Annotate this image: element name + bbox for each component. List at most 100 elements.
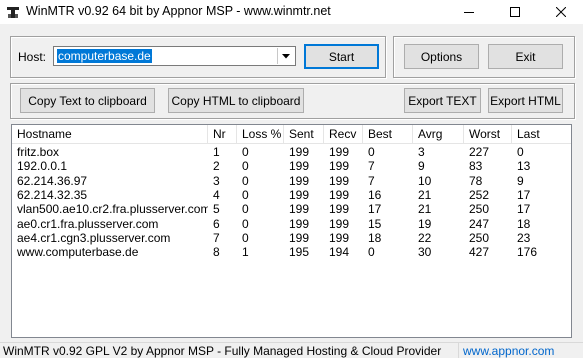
column-header-worst[interactable]: Worst xyxy=(464,125,512,143)
table-row[interactable]: 192.0.0.1 2 0 199 199 7 9 83 13 xyxy=(12,159,571,173)
cell-sent: 199 xyxy=(289,173,310,188)
close-button[interactable] xyxy=(538,0,583,24)
cell-avrg: 3 xyxy=(418,145,425,159)
column-header-sent[interactable]: Sent xyxy=(284,125,324,143)
cell-recv: 199 xyxy=(329,145,350,159)
options-button[interactable]: Options xyxy=(404,44,479,69)
cell-avrg: 21 xyxy=(418,202,432,217)
cell-last: 176 xyxy=(517,245,538,260)
cell-best: 15 xyxy=(368,216,382,231)
combobox-dropdown-button[interactable] xyxy=(277,48,294,64)
window-title: WinMTR v0.92 64 bit by Appnor MSP - www.… xyxy=(26,4,331,18)
cell-loss: 0 xyxy=(242,173,249,188)
maximize-button[interactable] xyxy=(492,0,538,24)
cell-avrg: 21 xyxy=(418,187,432,202)
cell-best: 16 xyxy=(368,187,382,202)
column-header-hostname[interactable]: Hostname xyxy=(12,125,208,143)
table-row[interactable]: vlan500.ae10.cr2.fra.plusserver.com 5 0 199… xyxy=(12,202,571,216)
cell-loss: 0 xyxy=(242,216,249,231)
cell-worst: 83 xyxy=(469,159,483,174)
table-row[interactable]: ae0.cr1.fra.plusserver.com 6 0 199 199 15 19 24… xyxy=(12,217,571,231)
cell-nr: 5 xyxy=(213,202,220,217)
cell-hostname: vlan500.ae10.cr2.fra.plusserver.com xyxy=(17,202,208,217)
cell-nr: 1 xyxy=(213,145,220,159)
results-table[interactable]: Hostname Nr Loss % Sent Recv Best Avrg W… xyxy=(11,124,572,338)
column-header-recv[interactable]: Recv xyxy=(324,125,363,143)
host-input-value[interactable]: computerbase.de xyxy=(57,49,152,63)
cell-loss: 0 xyxy=(242,145,249,159)
cell-recv: 199 xyxy=(329,230,350,245)
cell-nr: 2 xyxy=(213,159,220,174)
chevron-down-icon xyxy=(282,53,290,58)
status-link-pane: www.appnor.com xyxy=(458,343,583,358)
export-html-button[interactable]: Export HTML xyxy=(488,88,563,113)
cell-hostname: www.computerbase.de xyxy=(17,245,139,260)
cell-nr: 3 xyxy=(213,173,220,188)
cell-avrg: 9 xyxy=(418,159,425,174)
column-header-loss[interactable]: Loss % xyxy=(237,125,284,143)
cell-loss: 1 xyxy=(242,245,249,260)
cell-recv: 199 xyxy=(329,187,350,202)
cell-recv: 199 xyxy=(329,159,350,174)
cell-loss: 0 xyxy=(242,202,249,217)
cell-hostname: ae4.cr1.cgn3.plusserver.com xyxy=(17,230,171,245)
cell-hostname: 62.214.32.35 xyxy=(17,187,88,202)
copy-html-button[interactable]: Copy HTML to clipboard xyxy=(168,88,304,113)
cell-hostname: ae0.cr1.fra.plusserver.com xyxy=(17,216,159,231)
cell-hostname: 62.214.36.97 xyxy=(17,173,88,188)
column-header-avrg[interactable]: Avrg xyxy=(413,125,464,143)
cell-last: 9 xyxy=(517,173,524,188)
column-header-last[interactable]: Last xyxy=(512,125,571,143)
cell-sent: 199 xyxy=(289,230,310,245)
cell-hostname: fritz.box xyxy=(17,145,60,159)
cell-avrg: 10 xyxy=(418,173,432,188)
table-row[interactable]: 62.214.36.97 3 0 199 199 7 10 78 9 xyxy=(12,174,571,188)
cell-best: 18 xyxy=(368,230,382,245)
maximize-icon xyxy=(510,7,520,17)
table-row[interactable]: www.computerbase.de 8 1 195 194 0 30 427 176 xyxy=(12,245,571,259)
appnor-link[interactable]: www.appnor.com xyxy=(463,344,554,358)
export-text-button[interactable]: Export TEXT xyxy=(404,88,481,113)
cell-last: 23 xyxy=(517,230,531,245)
cell-loss: 0 xyxy=(242,230,249,245)
table-header: Hostname Nr Loss % Sent Recv Best Avrg W… xyxy=(12,125,571,144)
cell-best: 0 xyxy=(368,245,375,260)
column-header-best[interactable]: Best xyxy=(363,125,413,143)
cell-recv: 199 xyxy=(329,216,350,231)
cell-worst: 427 xyxy=(469,245,490,260)
cell-worst: 78 xyxy=(469,173,483,188)
cell-best: 7 xyxy=(368,159,375,174)
table-row[interactable]: fritz.box 1 0 199 199 0 3 227 0 xyxy=(12,145,571,159)
cell-last: 17 xyxy=(517,202,531,217)
minimize-icon xyxy=(464,12,474,13)
exit-button[interactable]: Exit xyxy=(488,44,563,69)
start-button[interactable]: Start xyxy=(304,44,379,69)
cell-worst: 247 xyxy=(469,216,490,231)
cell-sent: 195 xyxy=(289,245,310,260)
cell-last: 0 xyxy=(517,145,524,159)
column-header-nr[interactable]: Nr xyxy=(208,125,237,143)
cell-recv: 199 xyxy=(329,173,350,188)
cell-nr: 7 xyxy=(213,230,220,245)
title-bar: WinMTR v0.92 64 bit by Appnor MSP - www.… xyxy=(0,0,583,24)
cell-worst: 252 xyxy=(469,187,490,202)
cell-sent: 199 xyxy=(289,145,310,159)
cell-worst: 227 xyxy=(469,145,490,159)
host-label: Host: xyxy=(18,50,47,64)
cell-best: 7 xyxy=(368,173,375,188)
host-combobox[interactable]: computerbase.de xyxy=(53,46,296,66)
minimize-button[interactable] xyxy=(446,0,492,24)
cell-sent: 199 xyxy=(289,159,310,174)
cell-loss: 0 xyxy=(242,159,249,174)
cell-last: 18 xyxy=(517,216,531,231)
cell-recv: 199 xyxy=(329,202,350,217)
copy-text-button[interactable]: Copy Text to clipboard xyxy=(20,88,155,113)
cell-sent: 199 xyxy=(289,187,310,202)
status-bar: WinMTR v0.92 GPL V2 by Appnor MSP - Full… xyxy=(0,342,583,358)
table-row[interactable]: 62.214.32.35 4 0 199 199 16 21 252 17 xyxy=(12,188,571,202)
table-row[interactable]: ae4.cr1.cgn3.plusserver.com 7 0 199 199 18 22 2… xyxy=(12,231,571,245)
cell-worst: 250 xyxy=(469,230,490,245)
cell-recv: 194 xyxy=(329,245,350,260)
cell-best: 17 xyxy=(368,202,382,217)
cell-avrg: 30 xyxy=(418,245,432,260)
